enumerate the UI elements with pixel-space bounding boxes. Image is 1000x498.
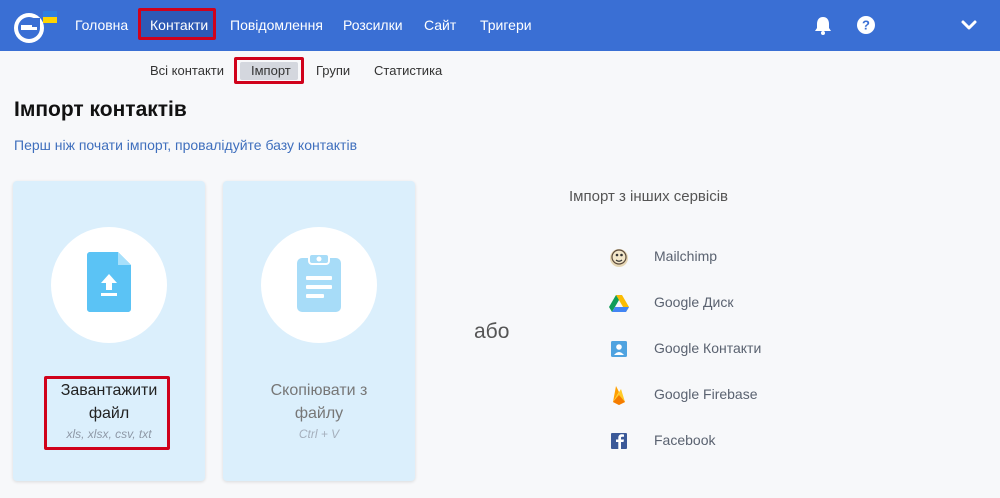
service-label: Facebook [654, 432, 716, 448]
or-separator: або [474, 320, 510, 343]
top-navigation-bar: Головна Контакти Повідомлення Розсилки С… [0, 0, 1000, 51]
google-contacts-icon [611, 341, 627, 357]
upload-icon-circle [51, 227, 167, 343]
paste-card-title-line1: Скопіювати з [270, 382, 368, 399]
chevron-down-icon[interactable] [958, 14, 980, 36]
service-label: Google Диск [654, 294, 734, 310]
nav-item-home[interactable]: Головна [75, 0, 128, 51]
nav-item-campaigns[interactable]: Розсилки [343, 0, 403, 51]
page-title: Імпорт контактів [14, 98, 187, 121]
validate-base-link[interactable]: Перш ніж почати імпорт, провалідуйте баз… [14, 137, 357, 153]
nav-item-contacts[interactable]: Контакти [150, 0, 208, 51]
subnav-groups[interactable]: Групи [316, 62, 350, 80]
nav-item-triggers[interactable]: Тригери [480, 0, 532, 51]
service-label: Google Firebase [654, 386, 758, 402]
nav-item-messages[interactable]: Повідомлення [230, 0, 323, 51]
paste-card-shortcut: Ctrl + V [298, 427, 340, 441]
nav-item-site[interactable]: Сайт [424, 0, 456, 51]
other-services-title: Імпорт з інших сервісів [569, 188, 729, 205]
subnav-import[interactable]: Імпорт [251, 62, 291, 80]
subnav-statistics[interactable]: Статистика [374, 62, 442, 80]
paste-from-file-card[interactable]: Скопіювати з файлу Ctrl + V [223, 181, 415, 481]
firebase-icon [613, 386, 625, 405]
esputnik-logo[interactable] [12, 8, 60, 46]
google-drive-icon [609, 295, 629, 312]
svg-text:?: ? [862, 18, 870, 33]
facebook-icon [611, 433, 627, 449]
paste-card-title: Скопіювати з файлу [223, 379, 415, 425]
bell-icon[interactable] [812, 14, 834, 36]
upload-card-highlight [44, 376, 170, 450]
service-label: Google Контакти [654, 340, 762, 356]
service-label: Mailchimp [654, 248, 718, 264]
paste-card-title-line2: файлу [294, 405, 344, 422]
paste-icon-circle [261, 227, 377, 343]
help-icon[interactable]: ? [855, 14, 877, 36]
mailchimp-icon [610, 249, 628, 267]
clipboard-icon [297, 253, 341, 312]
subnav-all-contacts[interactable]: Всі контакти [150, 62, 224, 80]
file-upload-icon [87, 252, 131, 312]
